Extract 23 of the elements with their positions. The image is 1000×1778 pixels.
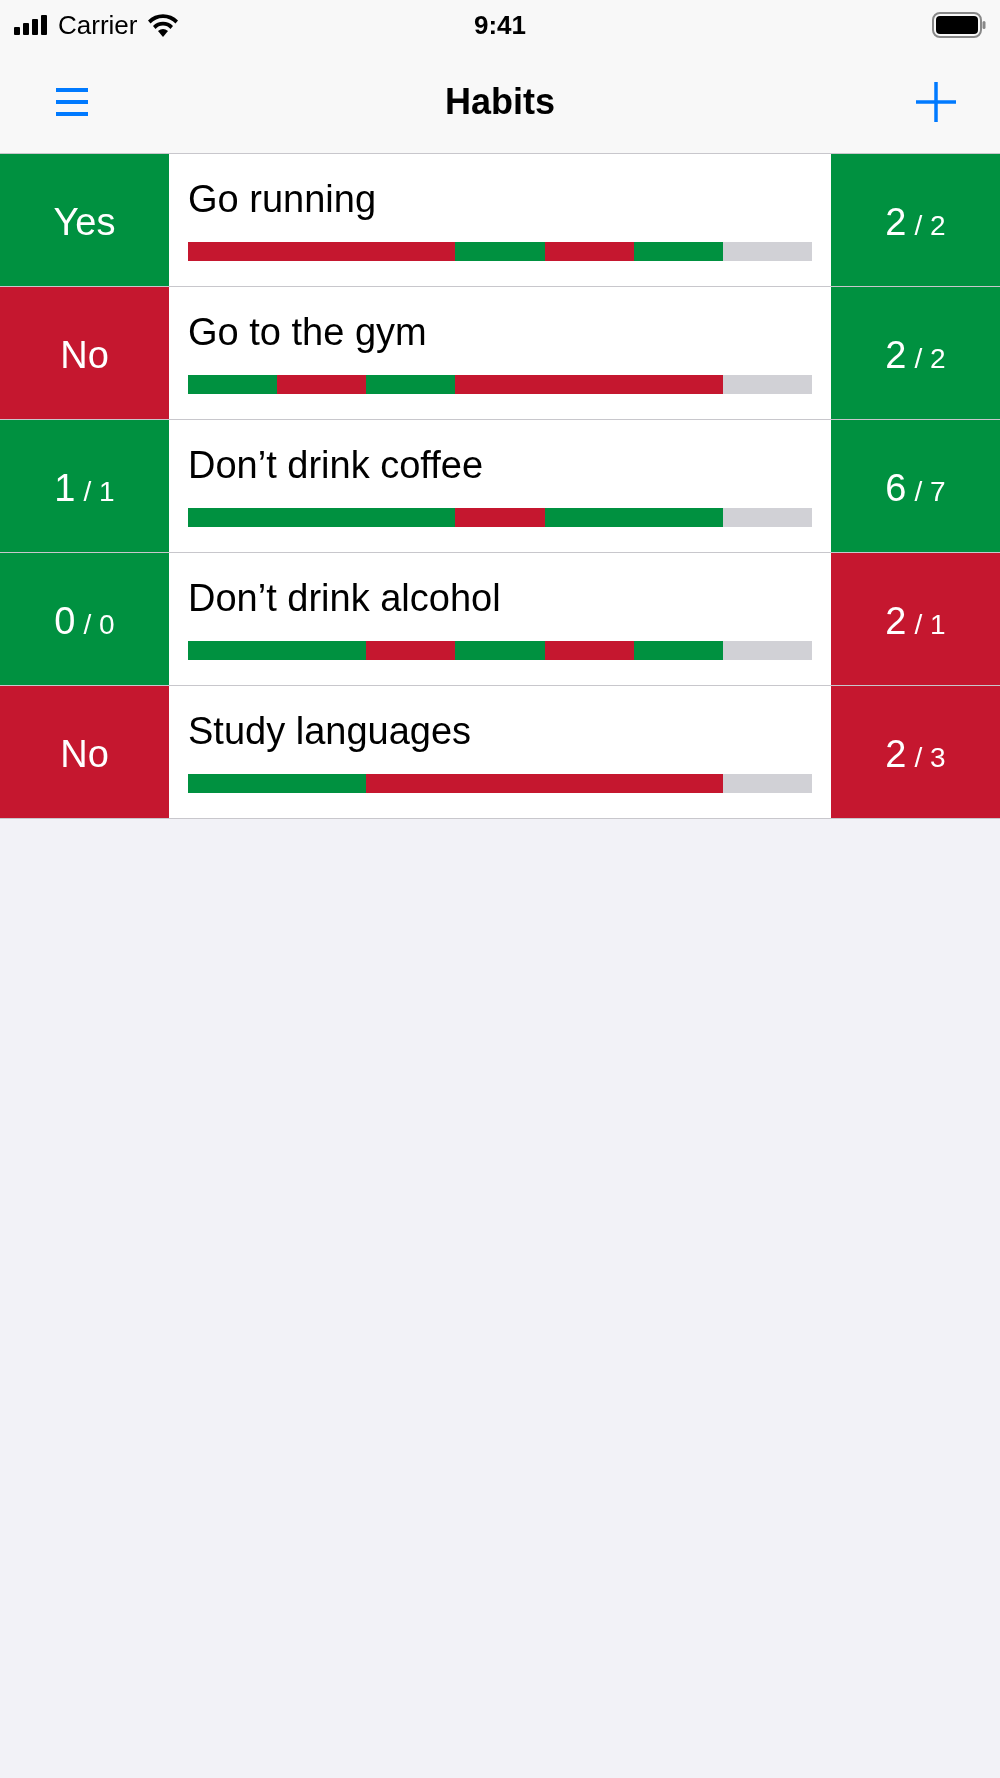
score-cell[interactable]: 1 / 1 xyxy=(0,420,169,552)
score-cell[interactable]: 2 / 3 xyxy=(831,686,1000,818)
score-cell[interactable]: 0 / 0 xyxy=(0,553,169,685)
score-cell[interactable]: 6 / 7 xyxy=(831,420,1000,552)
score-cell[interactable]: 2 / 1 xyxy=(831,553,1000,685)
score-cell[interactable]: No xyxy=(0,686,169,818)
habit-name: Go running xyxy=(188,177,377,222)
score-cell[interactable]: 2 / 2 xyxy=(831,154,1000,286)
clock: 9:41 xyxy=(474,8,526,42)
score-cell[interactable]: Yes xyxy=(0,154,169,286)
add-icon[interactable] xyxy=(916,81,956,122)
battery-icon xyxy=(932,12,986,38)
carrier-label: Carrier xyxy=(58,8,138,42)
signal-icon xyxy=(14,15,50,35)
score-cell[interactable]: 2 / 2 xyxy=(831,287,1000,419)
nav-title: Habits xyxy=(445,79,555,124)
wifi-icon xyxy=(147,13,180,37)
habit-name: Don’t drink coffee xyxy=(188,443,485,488)
habit-name: Don’t drink alcohol xyxy=(188,576,502,621)
habit-name: Go to the gym xyxy=(188,310,428,355)
menu-icon[interactable] xyxy=(56,87,88,116)
habit-name: Study languages xyxy=(188,709,473,754)
score-cell[interactable]: No xyxy=(0,287,169,419)
